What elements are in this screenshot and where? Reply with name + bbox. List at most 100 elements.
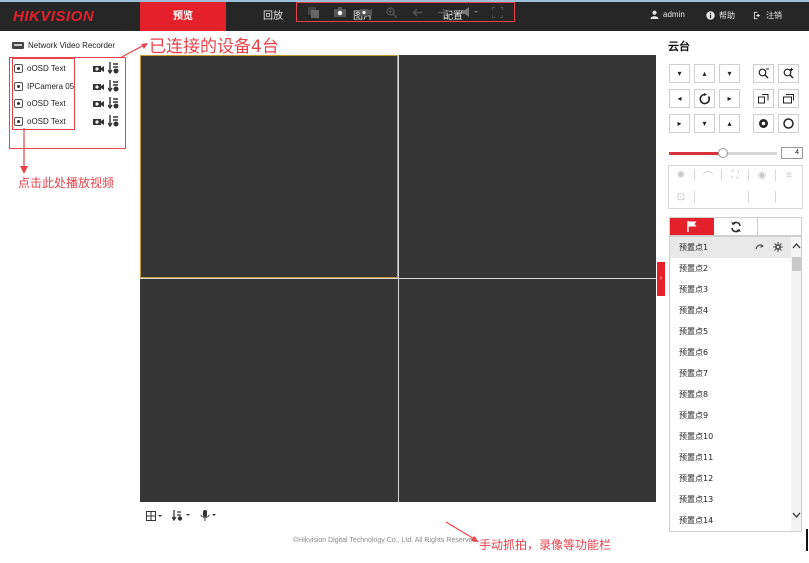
list-item[interactable]: 预置点5 — [670, 321, 791, 342]
wiper-icon[interactable]: ⌒ — [697, 166, 719, 184]
preset-tab-bar — [669, 217, 802, 236]
scroll-down-icon[interactable] — [792, 512, 801, 518]
list-item[interactable]: 预置点12 — [670, 468, 791, 489]
logout-link[interactable]: 注销 — [753, 10, 782, 21]
preset-label: 预置点13 — [679, 495, 714, 504]
ptz-speed-handle[interactable] — [718, 148, 728, 158]
next-page-icon[interactable] — [437, 7, 448, 17]
iris-open-icon — [783, 118, 794, 129]
zoom-in-icon — [783, 68, 794, 79]
ptz-up-left-button[interactable]: ▾ — [669, 64, 690, 83]
logout-label: 注销 — [766, 11, 782, 20]
preset-label: 预置点7 — [679, 369, 709, 378]
iris-close-button[interactable] — [753, 114, 774, 133]
fullscreen-icon[interactable] — [491, 6, 503, 18]
one-touch-focus-icon[interactable]: ⛶ — [724, 166, 746, 184]
list-item[interactable]: 预置点4 — [670, 300, 791, 321]
info-icon — [706, 11, 715, 20]
tab-patrol[interactable] — [714, 218, 758, 235]
manual-track-icon[interactable]: ⊡ — [670, 188, 692, 206]
ptz-down-left-button[interactable]: ▸ — [669, 114, 690, 133]
digital-zoom-icon[interactable] — [386, 6, 398, 18]
capture-icon[interactable] — [334, 7, 347, 17]
logout-icon — [753, 11, 761, 20]
ptz-up-button[interactable]: ▴ — [694, 64, 715, 83]
flag-icon — [686, 221, 696, 232]
annotation-toolbar-note: 手动抓拍，录像等功能栏 — [479, 538, 612, 552]
help-link[interactable]: 帮助 — [706, 10, 735, 21]
iris-close-icon — [759, 119, 768, 128]
help-label: 帮助 — [719, 11, 735, 20]
video-pane-1[interactable] — [140, 55, 398, 278]
zoom-in-button[interactable] — [778, 64, 799, 83]
window-layout-icon[interactable] — [146, 510, 162, 521]
list-item[interactable]: 预置点7 — [670, 363, 791, 384]
lens-init-icon[interactable]: ◉ — [751, 166, 773, 184]
list-item[interactable]: 预置点3 — [670, 279, 791, 300]
preset-label: 预置点1 — [679, 243, 709, 252]
set-preset-gear-icon[interactable] — [773, 242, 783, 252]
preset-label: 预置点6 — [679, 348, 709, 357]
preset-list: 预置点1 预置点2 预置点3 预置点4 预置点5 预置点6 预置点7 预置点8 … — [669, 236, 802, 532]
focus-far-button[interactable] — [778, 89, 799, 108]
focus-near-button[interactable] — [753, 89, 774, 108]
preset-label: 预置点14 — [679, 516, 714, 525]
preset-label: 预置点5 — [679, 327, 709, 336]
preset-scrollbar[interactable] — [791, 237, 801, 531]
video-grid — [140, 55, 656, 502]
separator — [694, 191, 695, 203]
preset-label: 预置点10 — [679, 432, 714, 441]
iris-open-button[interactable] — [778, 114, 799, 133]
annotation-box-cameras — [12, 58, 75, 130]
separator — [694, 169, 695, 181]
list-item[interactable]: 预置点14 — [670, 510, 791, 531]
list-item[interactable]: 预置点2 — [670, 258, 791, 279]
text-cursor — [806, 529, 808, 551]
auto-rotate-icon — [698, 92, 710, 104]
video-pane-2[interactable] — [399, 55, 656, 278]
video-pane-3[interactable] — [140, 279, 398, 502]
preset-label: 预置点9 — [679, 411, 709, 420]
menu-icon[interactable]: ≡ — [778, 166, 800, 184]
zoom-out-button[interactable] — [753, 64, 774, 83]
annotation-connected-devices: 已连接的设备4台 — [149, 37, 279, 57]
scroll-up-icon[interactable] — [792, 243, 801, 249]
ptz-right-button[interactable]: ▸ — [719, 89, 740, 108]
focus-far-icon — [783, 93, 794, 103]
list-item[interactable]: 预置点6 — [670, 342, 791, 363]
light-icon[interactable]: ✺ — [670, 166, 692, 184]
tab-preview[interactable]: 预览 — [140, 2, 226, 31]
ptz-up-right-button[interactable]: ▾ — [719, 64, 740, 83]
annotation-arrow-play — [20, 128, 28, 174]
previous-page-icon[interactable] — [412, 7, 423, 17]
volume-icon[interactable] — [461, 7, 478, 17]
list-item[interactable]: 预置点8 — [670, 384, 791, 405]
tab-presets[interactable] — [670, 218, 714, 235]
ptz-down-button[interactable]: ▾ — [694, 114, 715, 133]
zoom-out-icon — [758, 68, 769, 79]
ptz-down-right-button[interactable]: ▴ — [719, 114, 740, 133]
list-item[interactable]: 预置点9 — [670, 405, 791, 426]
separator — [775, 169, 776, 181]
annotation-arrow-toolbar — [445, 521, 479, 542]
record-icon[interactable] — [360, 8, 373, 17]
microphone-icon[interactable] — [200, 510, 216, 521]
playback-icon[interactable] — [172, 510, 190, 521]
ptz-speed-value[interactable]: 4 — [781, 147, 803, 159]
separator — [775, 191, 776, 203]
preset-label: 预置点8 — [679, 390, 709, 399]
scroll-thumb[interactable] — [792, 257, 801, 271]
call-preset-icon[interactable] — [755, 243, 764, 251]
app-root: HIKVISION 预览 回放 图片 配置 admin 帮助 注销 Networ… — [0, 0, 809, 563]
ptz-left-button[interactable]: ◂ — [669, 89, 690, 108]
list-item[interactable]: 预置点11 — [670, 447, 791, 468]
ptz-auto-button[interactable] — [694, 89, 715, 108]
list-item[interactable]: 预置点13 — [670, 489, 791, 510]
stop-all-icon[interactable] — [308, 6, 320, 18]
user-menu[interactable]: admin — [650, 10, 685, 19]
device-tree-root[interactable]: Network Video Recorder — [12, 41, 115, 50]
ptz-panel-toggle[interactable]: › — [657, 262, 665, 296]
annotation-click-to-play: 点击此处播放视频 — [18, 176, 115, 190]
list-item[interactable]: 预置点10 — [670, 426, 791, 447]
video-pane-4[interactable] — [399, 279, 656, 502]
